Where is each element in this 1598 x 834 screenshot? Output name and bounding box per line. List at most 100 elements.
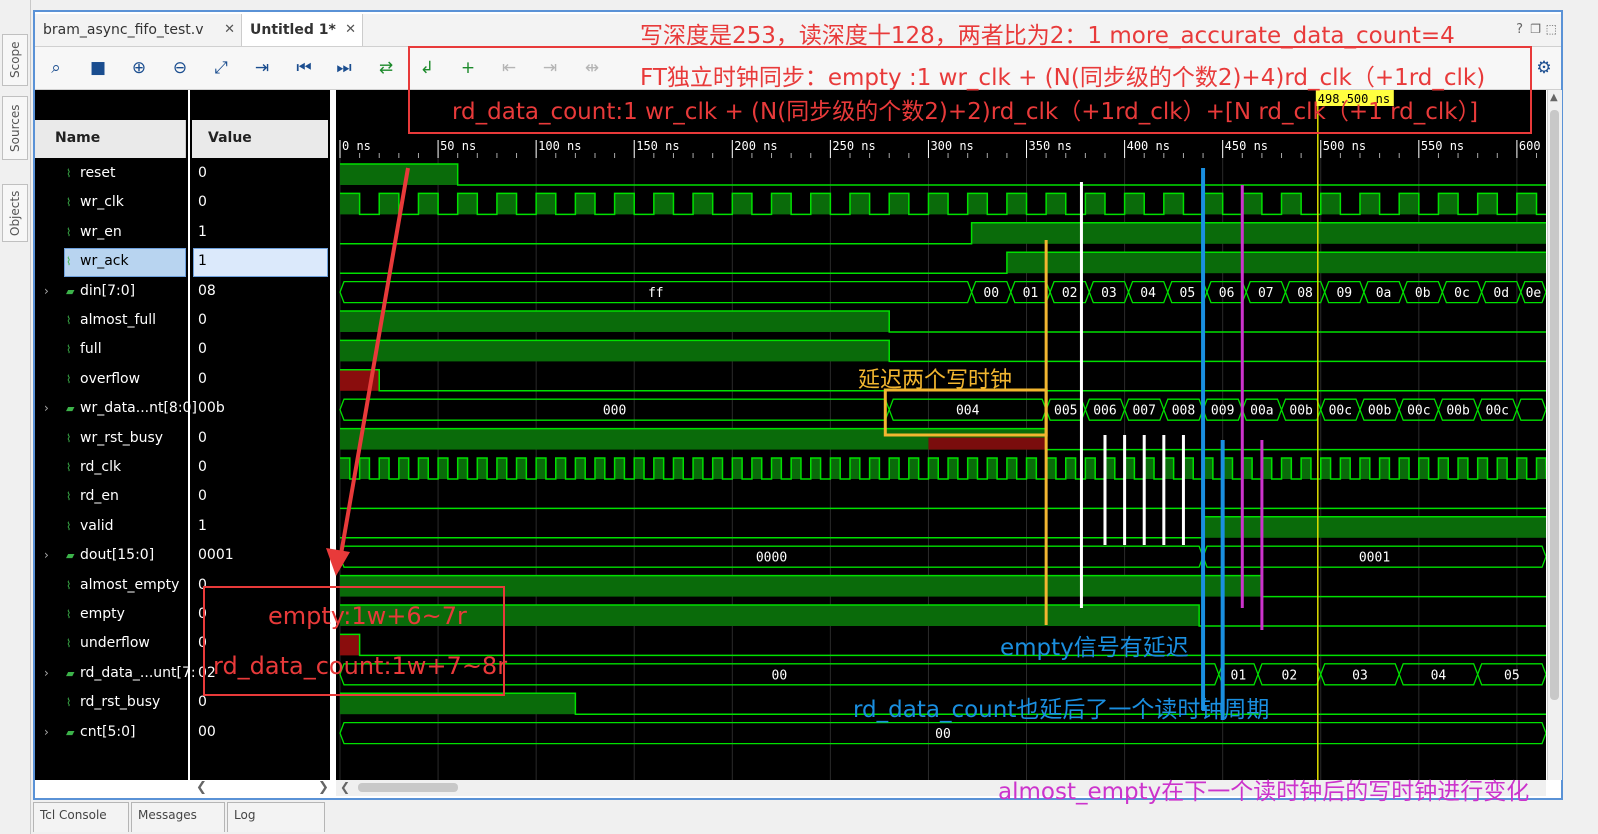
signal-row-rd-rst-busy[interactable]: ⌇ rd_rst_busy (66, 688, 160, 716)
close-icon[interactable]: ✕ (345, 14, 356, 46)
signal-row-full[interactable]: ⌇ full (66, 335, 102, 363)
signal-value: 0 (198, 312, 207, 328)
signal-row-rd-clk[interactable]: ⌇ rd_clk (66, 453, 121, 481)
wave-high-fill (1536, 458, 1546, 479)
value-column-header[interactable]: Value (192, 120, 328, 158)
signal-row-empty[interactable]: ⌇ empty (66, 600, 125, 628)
signal-row-underflow[interactable]: ⌇ underflow (66, 629, 150, 657)
value-scroll-right-icon[interactable]: ❯ (318, 780, 329, 795)
name-column-header[interactable]: Name (35, 120, 186, 158)
tab-sources[interactable]: Sources (2, 96, 28, 160)
zoom-out-icon[interactable]: ⊖ (169, 57, 191, 79)
zoom-fit-icon[interactable]: ⤢ (210, 57, 232, 79)
signal-name: wr_clk (80, 194, 124, 210)
vertical-scroll-thumb[interactable] (1550, 110, 1559, 700)
wave-high-fill (1065, 458, 1076, 479)
signal-row-reset[interactable]: ⌇ reset (66, 159, 115, 187)
signal-row-din-7-0-[interactable]: › ▰ din[7:0] (44, 277, 135, 305)
wave-high-fill (849, 193, 870, 215)
wave-high-fill (379, 458, 390, 479)
tab-untitled-1[interactable]: Untitled 1* ✕ (241, 14, 363, 46)
signal-row-almost-empty[interactable]: ⌇ almost_empty (66, 571, 179, 599)
wave-high-fill (418, 458, 429, 479)
annotation-empty-delay: empty信号有延迟 (1000, 635, 1189, 661)
signal-row-wr-data-nt-8-0-[interactable]: › ▰ wr_data...nt[8:0] (44, 394, 197, 422)
expand-chevron-icon[interactable]: › (44, 277, 49, 305)
expand-chevron-icon[interactable]: › (44, 659, 49, 687)
signal-name: dout[15:0] (80, 547, 155, 563)
restore-icon[interactable]: ❐ (1530, 22, 1541, 36)
gear-icon[interactable]: ⚙ (1533, 57, 1555, 79)
wire-signal-icon: ⌇ (66, 255, 72, 268)
signal-row-almost-full[interactable]: ⌇ almost_full (66, 306, 156, 334)
wave-high-fill (1006, 252, 1546, 274)
signal-row-cnt-5-0-[interactable]: › ▰ cnt[5:0] (44, 718, 136, 746)
signal-row-wr-rst-busy[interactable]: ⌇ wr_rst_busy (66, 424, 163, 452)
go-to-cursor-icon[interactable]: ⇥ (251, 57, 273, 79)
annotation-empty-sync: FT独立时钟同步：empty :1 wr_clk + (N(同步级的个数2)+4… (640, 65, 1486, 91)
annotation-empty-formula: empty:1w+6~7r (268, 602, 467, 630)
annotation-rd-count-formula: rd_data_count:1w+7~8r (213, 652, 508, 680)
tab-tcl-console[interactable]: Tcl Console (33, 802, 129, 832)
wave-high-fill (1516, 193, 1537, 215)
wire-signal-icon: ⌇ (66, 373, 72, 386)
tab-scope[interactable]: Scope (2, 34, 28, 86)
bus-value-label: 004 (956, 404, 980, 419)
bus-value-label: 03 (1101, 286, 1117, 301)
waveform-canvas[interactable]: 0 ns 50 ns 100 ns 150 ns 200 ns 250 ns 300 ns 3… (336, 90, 1546, 780)
close-icon[interactable]: ✕ (224, 14, 235, 46)
wave-high-fill (908, 458, 919, 479)
scroll-up-icon[interactable]: ▲ (1550, 92, 1558, 103)
signal-row-wr-en[interactable]: ⌇ wr_en (66, 218, 122, 246)
signal-row-valid[interactable]: ⌇ valid (66, 512, 114, 540)
value-scroll-left-icon[interactable]: ❮ (196, 780, 207, 795)
wave-high-fill (1497, 458, 1508, 479)
go-to-end-icon[interactable]: ⏭ (333, 57, 355, 79)
signal-row-overflow[interactable]: ⌇ overflow (66, 365, 140, 393)
go-to-start-icon[interactable]: ⏮ (293, 57, 315, 79)
signal-row-wr-ack[interactable]: ⌇ wr_ack (66, 247, 129, 275)
search-icon[interactable]: ⌕ (45, 57, 67, 79)
save-icon[interactable]: ■ (87, 57, 109, 79)
wave-high-fill (1516, 458, 1527, 479)
expand-chevron-icon[interactable]: › (44, 394, 49, 422)
horizontal-scroll-thumb[interactable] (358, 783, 458, 792)
maximize-icon[interactable]: ⬚ (1546, 22, 1557, 36)
tab-log[interactable]: Log (227, 802, 325, 832)
vertical-scrollbar[interactable]: ▲ (1547, 90, 1562, 780)
signal-row-rd-en[interactable]: ⌇ rd_en (66, 482, 119, 510)
signal-value: 1 (198, 224, 207, 240)
signal-name: empty (80, 606, 125, 622)
expand-chevron-icon[interactable]: › (44, 541, 49, 569)
signal-row-dout-15-0-[interactable]: › ▰ dout[15:0] (44, 541, 155, 569)
signal-row-rd-data-unt-7-[interactable]: › ▰ rd_data_...unt[7: (44, 659, 196, 687)
signal-name: wr_ack (80, 253, 129, 269)
help-icon[interactable]: ? (1516, 22, 1523, 37)
bus-value-label: 000 (603, 404, 626, 419)
wave-high-fill (732, 458, 743, 479)
wave-high-fill (771, 458, 782, 479)
tab-messages[interactable]: Messages (131, 802, 225, 832)
bus-value-label: 0c (1454, 286, 1470, 301)
wave-high-fill (1281, 193, 1302, 215)
wave-high-fill (889, 193, 909, 215)
swap-cursors-icon[interactable]: ⇄ (375, 57, 397, 79)
signal-name: overflow (80, 371, 141, 387)
bus-value-label: 00b (1446, 404, 1470, 419)
expand-chevron-icon[interactable]: › (44, 718, 49, 746)
wave-high-fill (1477, 193, 1498, 215)
signal-row-wr-clk[interactable]: ⌇ wr_clk (66, 188, 124, 216)
zoom-in-icon[interactable]: ⊕ (128, 57, 150, 79)
wave-high-fill (849, 458, 860, 479)
bus-value-label: 04 (1431, 668, 1447, 683)
tab-bram-async-fifo-test[interactable]: bram_async_fifo_test.v ✕ (35, 14, 241, 46)
bus-value-label: 005 (1054, 404, 1077, 419)
waveform-svg: 0 ns 50 ns 100 ns 150 ns 200 ns 250 ns 300 ns 3… (339, 90, 1546, 780)
time-tick-label: 200 ns (734, 139, 777, 153)
bus-value-label: 08 (1297, 286, 1313, 301)
time-tick-label: 400 ns (1127, 139, 1170, 153)
tab-objects[interactable]: Objects (2, 184, 28, 242)
scroll-left-icon[interactable]: ❮ (340, 780, 350, 794)
bus-value-label: 00a (1250, 404, 1273, 419)
wave-high-fill (496, 458, 507, 479)
